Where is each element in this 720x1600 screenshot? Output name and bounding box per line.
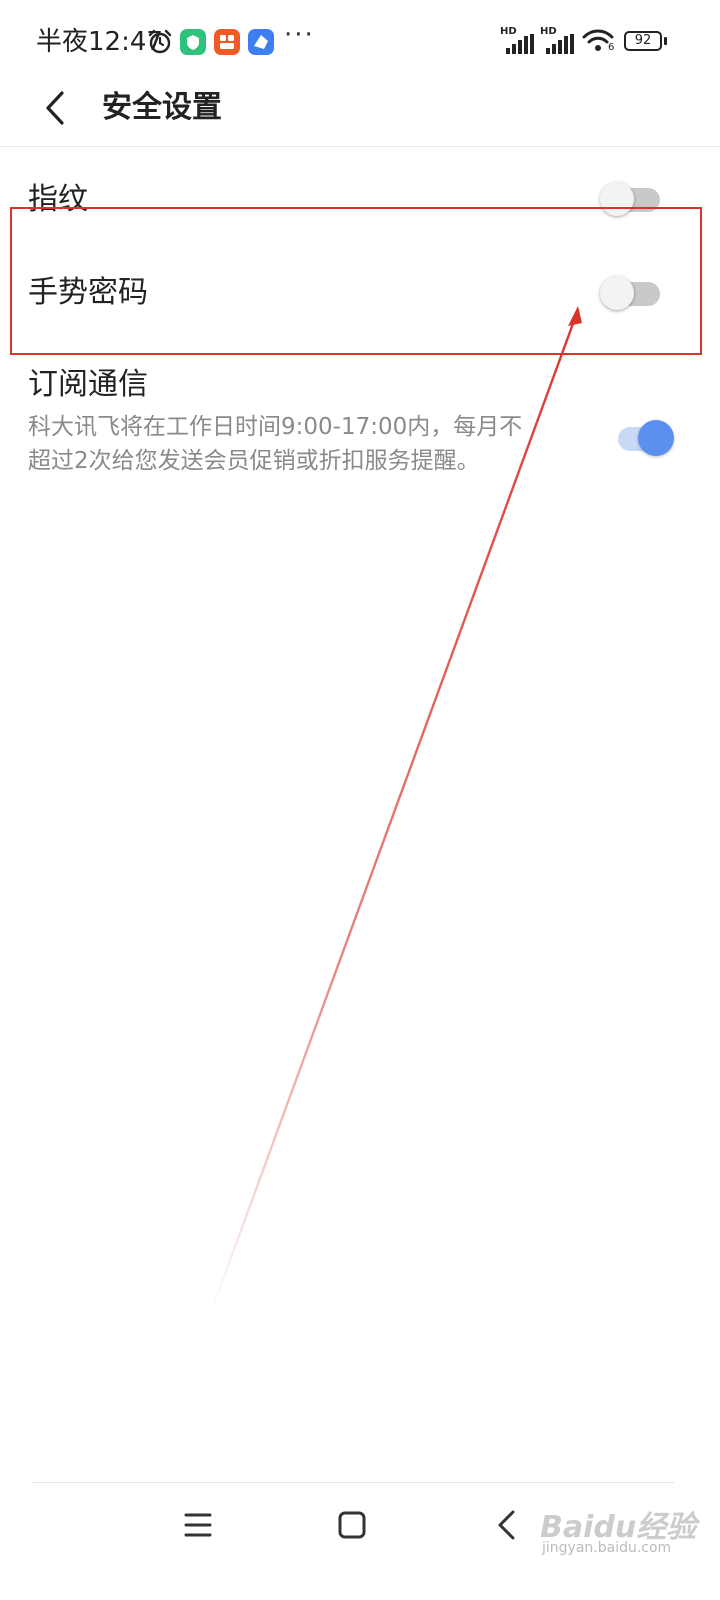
nav-back-button[interactable] (476, 1495, 536, 1555)
back-icon (498, 1510, 515, 1540)
baidu-watermark: Baidu经验 jingyan.baidu.com (540, 1500, 720, 1570)
nav-divider (32, 1482, 674, 1483)
annotation-arrow (208, 306, 582, 1317)
home-icon (338, 1511, 366, 1539)
watermark-url: jingyan.baidu.com (542, 1540, 672, 1556)
nav-menu-button[interactable] (168, 1495, 228, 1555)
menu-icon (184, 1513, 212, 1537)
nav-home-button[interactable] (322, 1495, 382, 1555)
